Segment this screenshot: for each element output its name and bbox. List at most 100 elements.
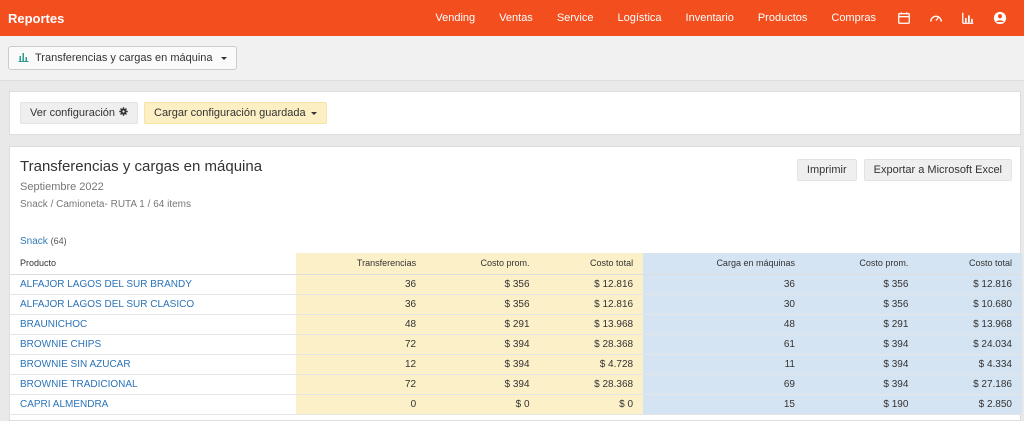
main-nav: Vending Ventas Service Logística Inventa… <box>423 0 1016 36</box>
nav-item-ventas[interactable]: Ventas <box>487 12 545 24</box>
product-name-cell[interactable]: BRAUNICHOC <box>10 314 296 335</box>
column-header-producto[interactable]: Producto <box>10 253 296 275</box>
costo-total-transfer-cell: $ 13.968 <box>539 314 644 335</box>
costo-total-transfer-cell: $ 12.816 <box>539 294 644 315</box>
costo-total-carga-cell: $ 2.850 <box>918 394 1022 415</box>
bar-chart-icon[interactable] <box>952 0 984 36</box>
speedometer-icon[interactable] <box>920 0 952 36</box>
transferencias-cell: 72 <box>296 374 427 395</box>
costo-total-transfer-cell: $ 4.728 <box>539 354 644 375</box>
transferencias-cell: 36 <box>296 294 427 315</box>
column-header-carga-maquinas[interactable]: Carga en máquinas <box>643 253 805 275</box>
transferencias-cell: 0 <box>296 394 427 415</box>
costo-total-carga-cell: $ 10.680 <box>918 294 1022 315</box>
top-navbar: Reportes Vending Ventas Service Logístic… <box>0 0 1024 36</box>
report-selector-bar: Transferencias y cargas en máquina <box>0 36 1024 81</box>
costo-prom-transfer-cell: $ 356 <box>426 294 540 315</box>
costo-prom-carga-cell: $ 190 <box>805 394 919 415</box>
product-name-cell[interactable]: BROWNIE SIN AZUCAR <box>10 354 296 375</box>
table-body: ALFAJOR LAGOS DEL SUR BRANDY 36 $ 356 $ 12.… <box>10 274 1022 415</box>
table-row: BROWNIE TRADICIONAL 72 $ 394 $ 28.368 69 $ 39… <box>10 374 1022 395</box>
costo-prom-carga-cell: $ 394 <box>805 354 919 375</box>
bar-chart-icon <box>18 52 29 65</box>
report-title: Transferencias y cargas en máquina <box>20 158 263 175</box>
costo-prom-carga-cell: $ 394 <box>805 374 919 395</box>
product-name-cell[interactable]: ALFAJOR LAGOS DEL SUR CLASICO <box>10 294 296 315</box>
costo-prom-carga-cell: $ 291 <box>805 314 919 335</box>
report-actions: Imprimir Exportar a Microsoft Excel <box>796 159 1012 181</box>
nav-item-productos[interactable]: Productos <box>746 12 820 24</box>
export-excel-button[interactable]: Exportar a Microsoft Excel <box>863 159 1012 181</box>
product-name-cell[interactable]: ALFAJOR LAGOS DEL SUR BRANDY <box>10 274 296 295</box>
table-row: BROWNIE CHIPS 72 $ 394 $ 28.368 61 $ 394 $ 24.… <box>10 334 1022 355</box>
view-config-label: Ver configuración <box>30 107 115 119</box>
gear-icon <box>119 107 128 119</box>
report-period: Septiembre 2022 <box>20 181 104 193</box>
carga-maquinas-cell: 61 <box>643 334 805 355</box>
table-row: CAPRI ALMENDRA 0 $ 0 $ 0 15 $ 190 $ 2.850 <box>10 394 1022 415</box>
costo-total-transfer-cell: $ 12.816 <box>539 274 644 295</box>
costo-prom-transfer-cell: $ 291 <box>426 314 540 335</box>
caret-down-icon <box>220 56 227 60</box>
costo-total-carga-cell: $ 13.968 <box>918 314 1022 335</box>
nav-item-compras[interactable]: Compras <box>819 12 888 24</box>
product-name-cell[interactable]: BROWNIE CHIPS <box>10 334 296 355</box>
nav-item-vending[interactable]: Vending <box>423 12 487 24</box>
costo-prom-transfer-cell: $ 394 <box>426 334 540 355</box>
column-header-costo-prom-transfer[interactable]: Costo prom. <box>426 253 540 275</box>
table-row: BRAUNICHOC 48 $ 291 $ 13.968 48 $ 291 $ 13.968 <box>10 314 1022 335</box>
report-subtitle: Snack / Camioneta- RUTA 1 / 64 items <box>20 199 191 210</box>
caret-down-icon <box>310 111 317 115</box>
report-selector-label: Transferencias y cargas en máquina <box>35 52 213 64</box>
report-table: Producto Transferencias Costo prom. Cost… <box>10 253 1022 415</box>
product-name-cell[interactable]: BROWNIE TRADICIONAL <box>10 374 296 395</box>
column-header-costo-total-carga[interactable]: Costo total <box>918 253 1022 275</box>
group-label[interactable]: Snack (64) <box>20 236 67 247</box>
transferencias-cell: 12 <box>296 354 427 375</box>
load-saved-config-dropdown[interactable]: Cargar configuración guardada <box>144 102 327 124</box>
costo-total-carga-cell: $ 27.186 <box>918 374 1022 395</box>
user-icon[interactable] <box>984 0 1016 36</box>
transferencias-cell: 36 <box>296 274 427 295</box>
costo-total-transfer-cell: $ 28.368 <box>539 374 644 395</box>
carga-maquinas-cell: 11 <box>643 354 805 375</box>
group-count: (64) <box>50 236 67 246</box>
report-selector-dropdown[interactable]: Transferencias y cargas en máquina <box>8 46 237 70</box>
costo-total-transfer-cell: $ 0 <box>539 394 644 415</box>
carga-maquinas-cell: 36 <box>643 274 805 295</box>
column-header-transferencias[interactable]: Transferencias <box>296 253 427 275</box>
nav-item-logistica[interactable]: Logística <box>606 12 674 24</box>
table-row: ALFAJOR LAGOS DEL SUR CLASICO 36 $ 356 $ 12… <box>10 294 1022 315</box>
costo-prom-transfer-cell: $ 356 <box>426 274 540 295</box>
carga-maquinas-cell: 15 <box>643 394 805 415</box>
view-config-button[interactable]: Ver configuración <box>20 102 138 124</box>
table-row: ALFAJOR LAGOS DEL SUR BRANDY 36 $ 356 $ 12.… <box>10 274 1022 295</box>
product-name-cell[interactable]: CAPRI ALMENDRA <box>10 394 296 415</box>
carga-maquinas-cell: 30 <box>643 294 805 315</box>
nav-item-service[interactable]: Service <box>545 12 606 24</box>
calendar-icon[interactable] <box>888 0 920 36</box>
app-title[interactable]: Reportes <box>8 11 64 26</box>
costo-prom-transfer-cell: $ 394 <box>426 374 540 395</box>
nav-item-inventario[interactable]: Inventario <box>674 12 746 24</box>
group-name: Snack <box>20 236 48 247</box>
print-button[interactable]: Imprimir <box>796 159 857 181</box>
config-panel: Ver configuración Cargar configuración g… <box>9 91 1021 135</box>
costo-prom-carga-cell: $ 356 <box>805 274 919 295</box>
load-saved-config-label: Cargar configuración guardada <box>154 107 306 119</box>
costo-total-carga-cell: $ 12.816 <box>918 274 1022 295</box>
column-header-costo-total-transfer[interactable]: Costo total <box>539 253 644 275</box>
carga-maquinas-cell: 69 <box>643 374 805 395</box>
table-header-row: Producto Transferencias Costo prom. Cost… <box>10 253 1022 275</box>
report-panel: Transferencias y cargas en máquina Septi… <box>9 146 1022 421</box>
table-row: BROWNIE SIN AZUCAR 12 $ 394 $ 4.728 11 $ 394 $… <box>10 354 1022 375</box>
transferencias-cell: 72 <box>296 334 427 355</box>
costo-total-transfer-cell: $ 28.368 <box>539 334 644 355</box>
costo-prom-carga-cell: $ 356 <box>805 294 919 315</box>
carga-maquinas-cell: 48 <box>643 314 805 335</box>
transferencias-cell: 48 <box>296 314 427 335</box>
costo-total-carga-cell: $ 4.334 <box>918 354 1022 375</box>
costo-prom-transfer-cell: $ 394 <box>426 354 540 375</box>
costo-prom-transfer-cell: $ 0 <box>426 394 540 415</box>
column-header-costo-prom-carga[interactable]: Costo prom. <box>805 253 919 275</box>
